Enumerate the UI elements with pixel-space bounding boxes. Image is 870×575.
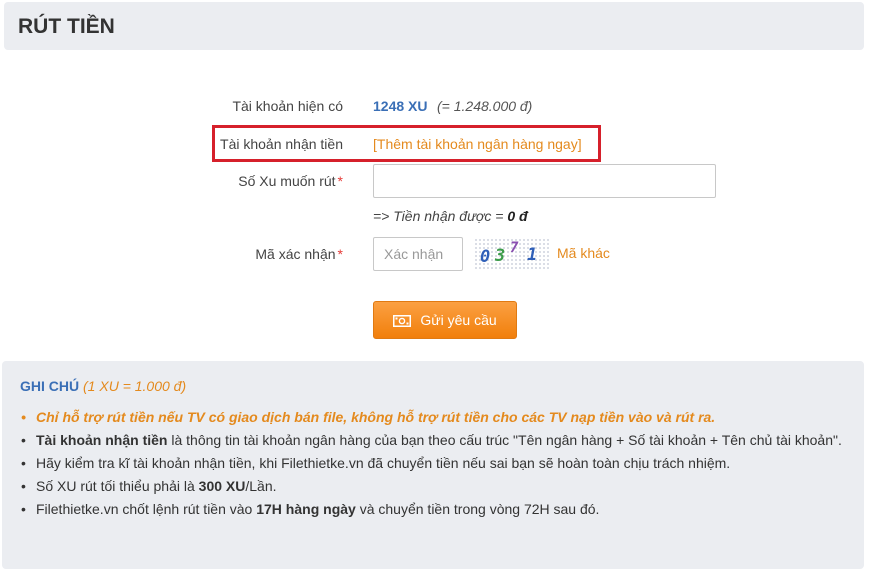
balance-vnd-value: (= 1.248.000 đ): [437, 98, 533, 114]
xu-amount-label-text: Số Xu muốn rút: [238, 173, 336, 189]
captcha-char: 3: [495, 246, 506, 266]
required-mark: *: [337, 246, 343, 262]
cash-icon: [393, 314, 412, 327]
notes-item-warning: Chỉ hỗ trợ rút tiền nếu TV có giao dịch …: [20, 406, 848, 428]
captcha-label-text: Mã xác nhận: [255, 246, 336, 262]
notes-item-bold: Tài khoản nhận tiền: [36, 432, 168, 448]
balance-xu-value: 1248 XU: [373, 98, 428, 114]
notes-item-text: Filethietke.vn chốt lệnh rút tiền vào: [36, 501, 257, 517]
notes-item: Hãy kiểm tra kĩ tài khoản nhận tiền, khi…: [20, 452, 848, 474]
notes-item: Số XU rút tối thiểu phải là 300 XU/Lần.: [20, 475, 848, 497]
notes-item-bold: 17H hàng ngày: [256, 501, 356, 517]
notes-list: Chỉ hỗ trợ rút tiền nếu TV có giao dịch …: [20, 406, 848, 521]
page-header: RÚT TIỀN: [4, 2, 864, 50]
captcha-char: 7: [510, 240, 519, 256]
notes-item-bold: 300 XU: [198, 478, 246, 494]
notes-item: Filethietke.vn chốt lệnh rút tiền vào 17…: [20, 498, 848, 520]
notes-title: GHI CHÚ (1 XU = 1.000 đ): [20, 378, 186, 394]
page-title: RÚT TIỀN: [18, 15, 115, 38]
captcha-char: 1: [527, 245, 538, 265]
notes-panel: GHI CHÚ (1 XU = 1.000 đ) Chỉ hỗ trợ rút …: [2, 361, 864, 569]
captcha-refresh-link[interactable]: Mã khác: [557, 245, 610, 261]
captcha-char: 0: [480, 247, 491, 267]
notes-item-text: Số XU rút tối thiểu phải là: [36, 478, 199, 494]
notes-item-text: và chuyển tiền trong vòng 72H sau đó.: [355, 501, 600, 517]
receive-amount-line: => Tiền nhận được = 0 đ: [373, 208, 528, 224]
receive-account-label: Tài khoản nhận tiền: [220, 136, 343, 152]
submit-button-label: Gửi yêu cầu: [420, 312, 497, 328]
xu-amount-label: Số Xu muốn rút *: [3, 173, 343, 189]
captcha-label: Mã xác nhận *: [3, 246, 343, 262]
notes-item: Tài khoản nhận tiền là thông tin tài kho…: [20, 429, 848, 451]
notes-subtitle: (1 XU = 1.000 đ): [83, 378, 187, 394]
receive-amount-value: 0 đ: [507, 208, 528, 224]
notes-item-text: là thông tin tài khoản ngân hàng của bạn…: [167, 432, 842, 448]
notes-title-text: GHI CHÚ: [20, 378, 80, 394]
captcha-image: 0 3 7 1: [474, 238, 550, 270]
xu-amount-input[interactable]: [373, 164, 716, 198]
notes-item-text: /Lần.: [245, 478, 277, 494]
receive-prefix: => Tiền nhận được =: [373, 208, 508, 224]
balance-label: Tài khoản hiện có: [232, 98, 343, 114]
add-bank-account-link[interactable]: [Thêm tài khoản ngân hàng ngay]: [373, 136, 582, 152]
captcha-input[interactable]: [373, 237, 463, 271]
required-mark: *: [337, 173, 343, 189]
submit-button[interactable]: Gửi yêu cầu: [373, 301, 517, 339]
